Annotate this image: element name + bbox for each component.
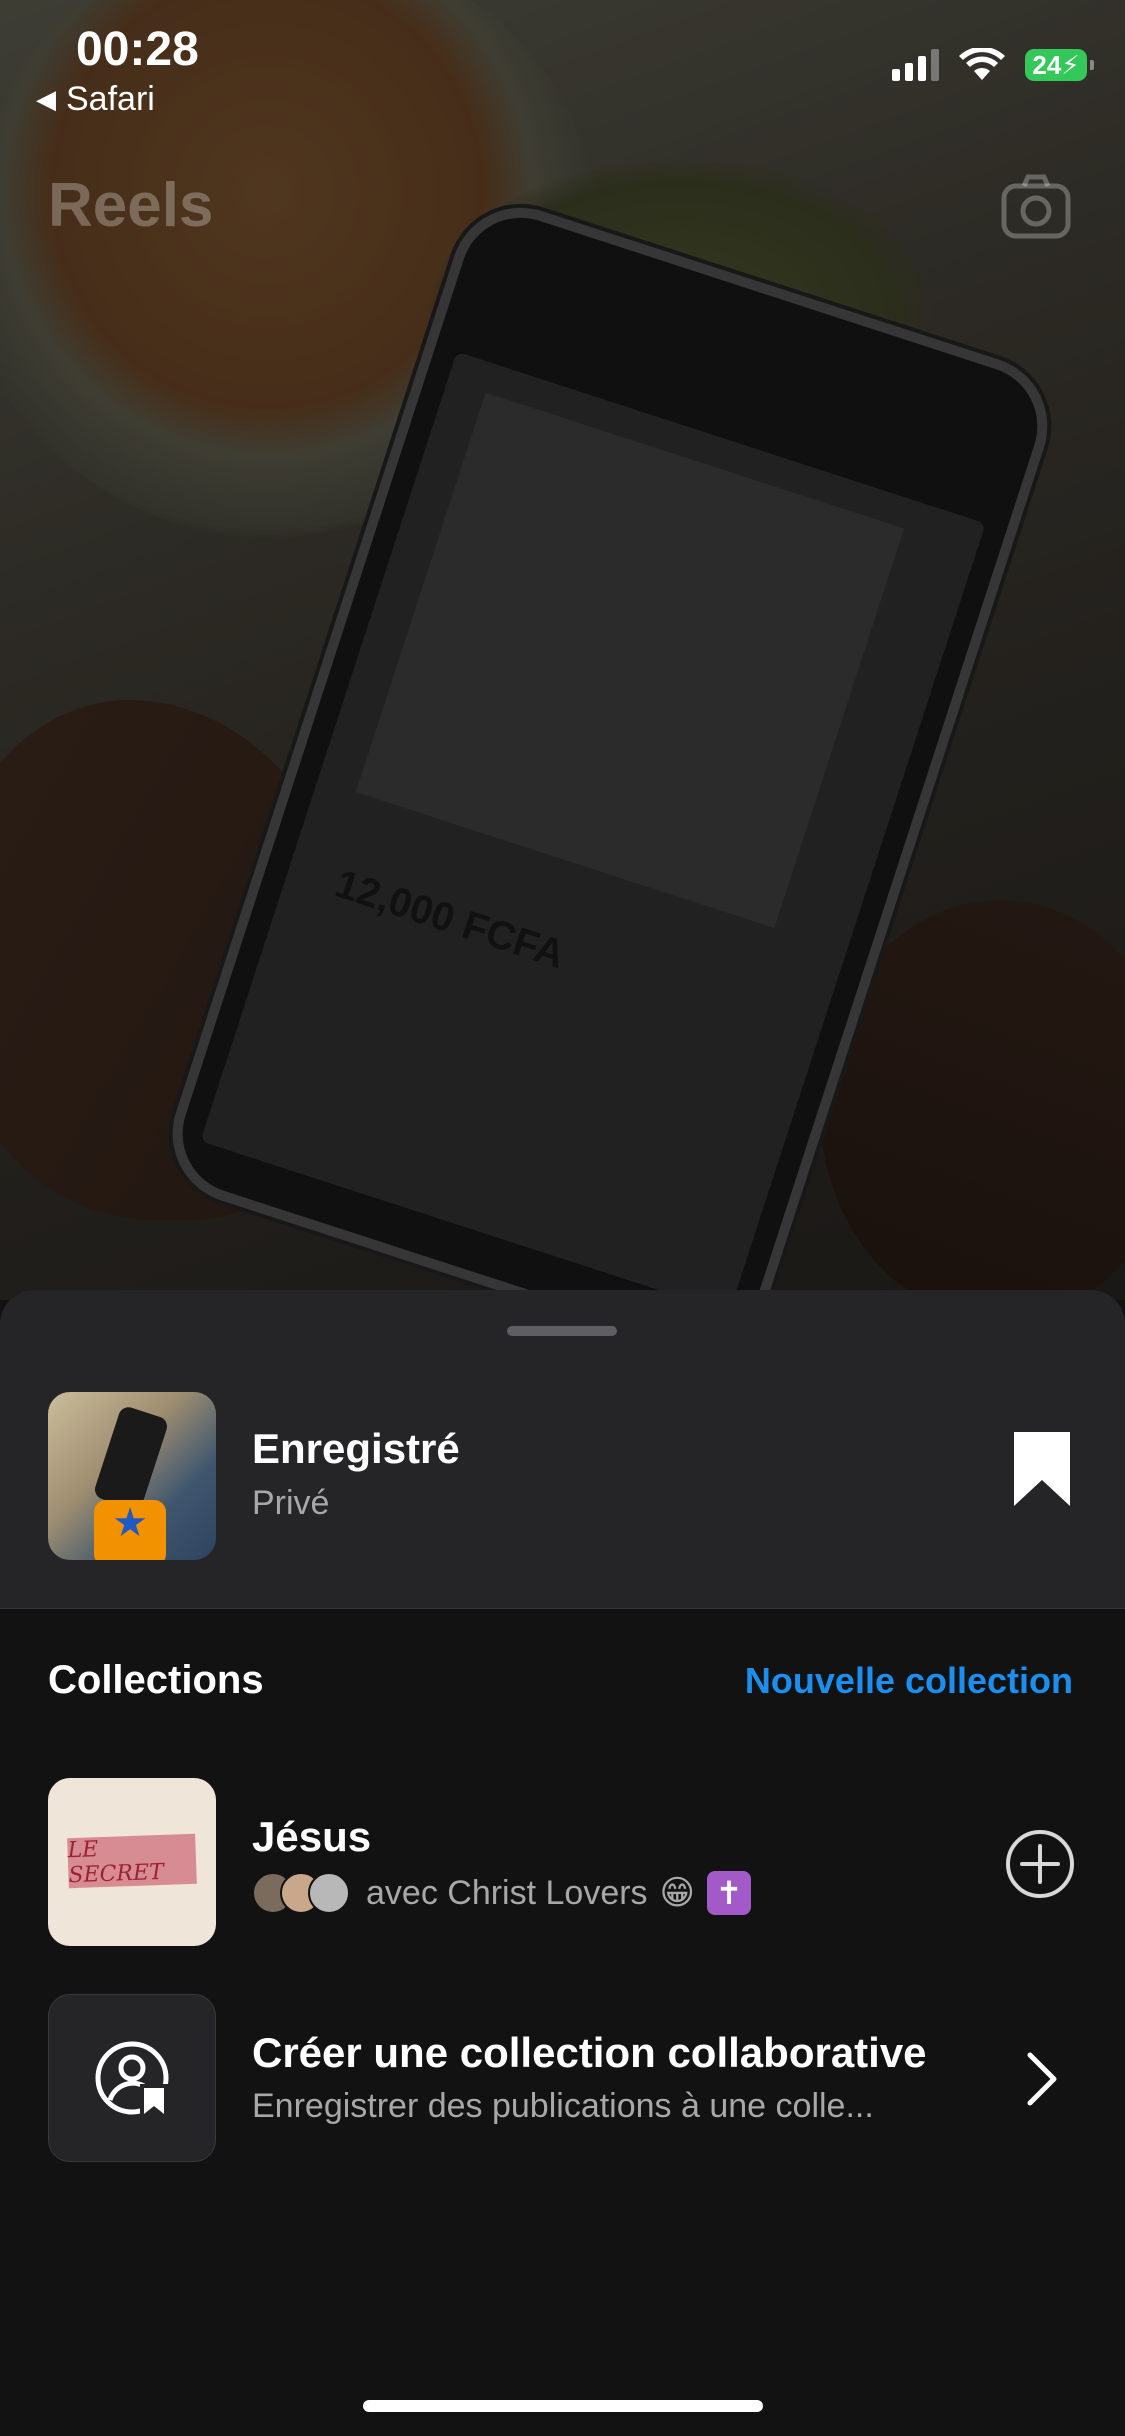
create-collaborative-collection-row[interactable]: Créer une collection collaborative Enreg… <box>0 1994 1125 2164</box>
save-to-collection-sheet: ★ Enregistré Privé Collections Nouvelle … <box>0 1290 1125 2436</box>
collections-heading: Collections <box>48 1658 264 1702</box>
saved-thumbnail: ★ <box>48 1392 216 1560</box>
plus-circle-icon[interactable] <box>1004 1828 1076 1900</box>
cross-emoji: ✝ <box>707 1871 751 1915</box>
back-app-label: Safari <box>66 80 155 118</box>
collaborators-text: avec Christ Lovers <box>366 1873 648 1912</box>
star-badge-icon: ★ <box>94 1500 166 1560</box>
collection-title: Créer une collection collaborative <box>252 2029 927 2076</box>
status-time: 00:28 <box>76 23 199 76</box>
back-triangle-icon: ◀ <box>36 84 56 114</box>
collaborative-thumbnail <box>48 1994 216 2162</box>
chevron-right-icon[interactable] <box>1024 2049 1060 2109</box>
collaborator-avatars <box>252 1872 350 1914</box>
avatar <box>308 1872 350 1914</box>
new-collection-button[interactable]: Nouvelle collection <box>745 1660 1073 1702</box>
collection-row-jesus[interactable]: LE SECRET Jésus avec Christ Lovers 😁 ✝ <box>0 1778 1125 1948</box>
saved-privacy: Privé <box>252 1484 330 1522</box>
battery-level: 24 <box>1032 49 1062 80</box>
saved-title: Enregistré <box>252 1425 460 1472</box>
collection-subtitle: avec Christ Lovers 😁 ✝ <box>252 1871 751 1915</box>
collection-subtitle: Enregistrer des publications à une colle… <box>252 2087 874 2125</box>
collection-thumbnail: LE SECRET <box>48 1778 216 1946</box>
wifi-icon <box>959 48 1005 80</box>
back-to-app-button[interactable]: ◀ Safari <box>36 80 155 119</box>
page-title: Reels <box>48 171 214 240</box>
camera-icon[interactable] <box>1000 170 1072 242</box>
user-bookmark-icon <box>95 2041 170 2118</box>
home-indicator[interactable] <box>363 2400 763 2412</box>
collection-title: Jésus <box>252 1813 372 1860</box>
drag-handle[interactable] <box>507 1326 617 1336</box>
signal-icon <box>892 49 939 81</box>
saved-section[interactable]: ★ Enregistré Privé <box>0 1290 1125 1609</box>
grin-emoji: 😁 <box>659 1874 695 1912</box>
bookmark-icon[interactable] <box>1012 1430 1072 1508</box>
thumbnail-phone <box>92 1404 170 1512</box>
thumbnail-text: LE SECRET <box>67 1833 197 1889</box>
battery-icon: 24 ⚡ <box>1025 49 1094 81</box>
status-indicators: 24 ⚡ <box>892 48 1094 82</box>
